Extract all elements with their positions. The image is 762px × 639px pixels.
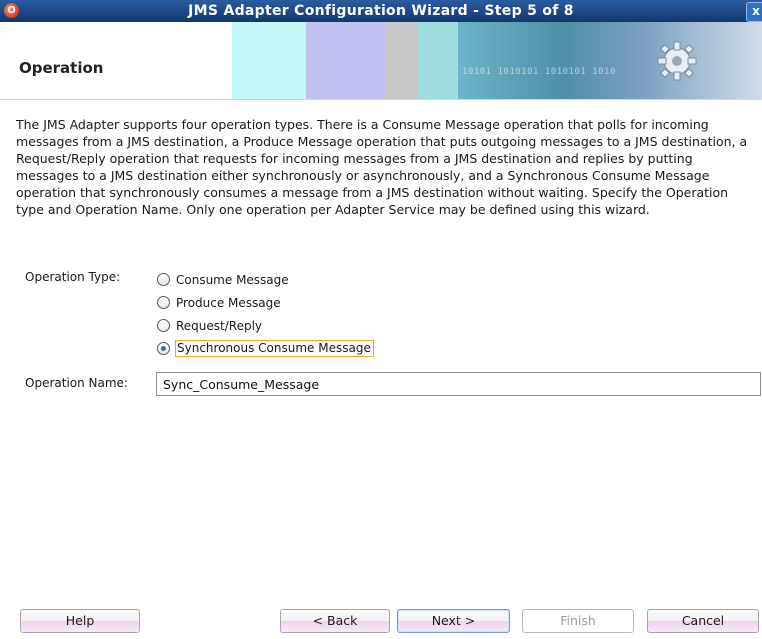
operation-type-label: Operation Type: <box>25 270 121 284</box>
radio-consume-message[interactable]: Consume Message <box>157 268 373 291</box>
operation-type-radio-group: Consume Message Produce Message Request/… <box>157 268 374 360</box>
help-button[interactable]: Help <box>20 609 140 633</box>
title-bar: O JMS Adapter Configuration Wizard - Ste… <box>0 0 762 22</box>
radio-request-reply[interactable]: Request/Reply <box>157 314 373 337</box>
operation-name-input[interactable] <box>156 372 761 396</box>
banner-binary-text: 10101 1010101 1010101 1010 <box>462 67 616 77</box>
banner-band <box>386 22 418 100</box>
radio-label[interactable]: Synchronous Consume Message <box>175 340 374 357</box>
page-title: Operation <box>19 59 104 77</box>
close-icon[interactable]: x <box>746 2 762 22</box>
banner-band <box>306 22 386 100</box>
banner-band <box>232 22 306 100</box>
radio-produce-message[interactable]: Produce Message <box>157 291 373 314</box>
description-text: The JMS Adapter supports four operation … <box>16 117 748 217</box>
operation-name-label: Operation Name: <box>25 376 128 390</box>
radio-synchronous-consume-message[interactable]: Synchronous Consume Message <box>157 337 374 360</box>
radio-button[interactable] <box>157 273 170 286</box>
banner-band <box>458 22 762 100</box>
banner-band <box>418 22 458 100</box>
wizard-banner: 10101 1010101 1010101 1010 Operation <box>0 22 762 100</box>
finish-button: Finish <box>522 609 634 633</box>
cancel-button[interactable]: Cancel <box>647 609 759 633</box>
gear-icon <box>657 41 697 81</box>
next-button[interactable]: Next > <box>397 609 510 633</box>
window-title: JMS Adapter Configuration Wizard - Step … <box>188 3 574 19</box>
radio-button[interactable] <box>157 319 170 332</box>
banner-divider <box>0 99 762 100</box>
back-button[interactable]: < Back <box>280 609 390 633</box>
radio-button[interactable] <box>157 296 170 309</box>
radio-button-selected[interactable] <box>157 342 170 355</box>
radio-label[interactable]: Request/Reply <box>176 319 262 333</box>
radio-label[interactable]: Consume Message <box>176 273 289 287</box>
radio-label[interactable]: Produce Message <box>176 296 281 310</box>
